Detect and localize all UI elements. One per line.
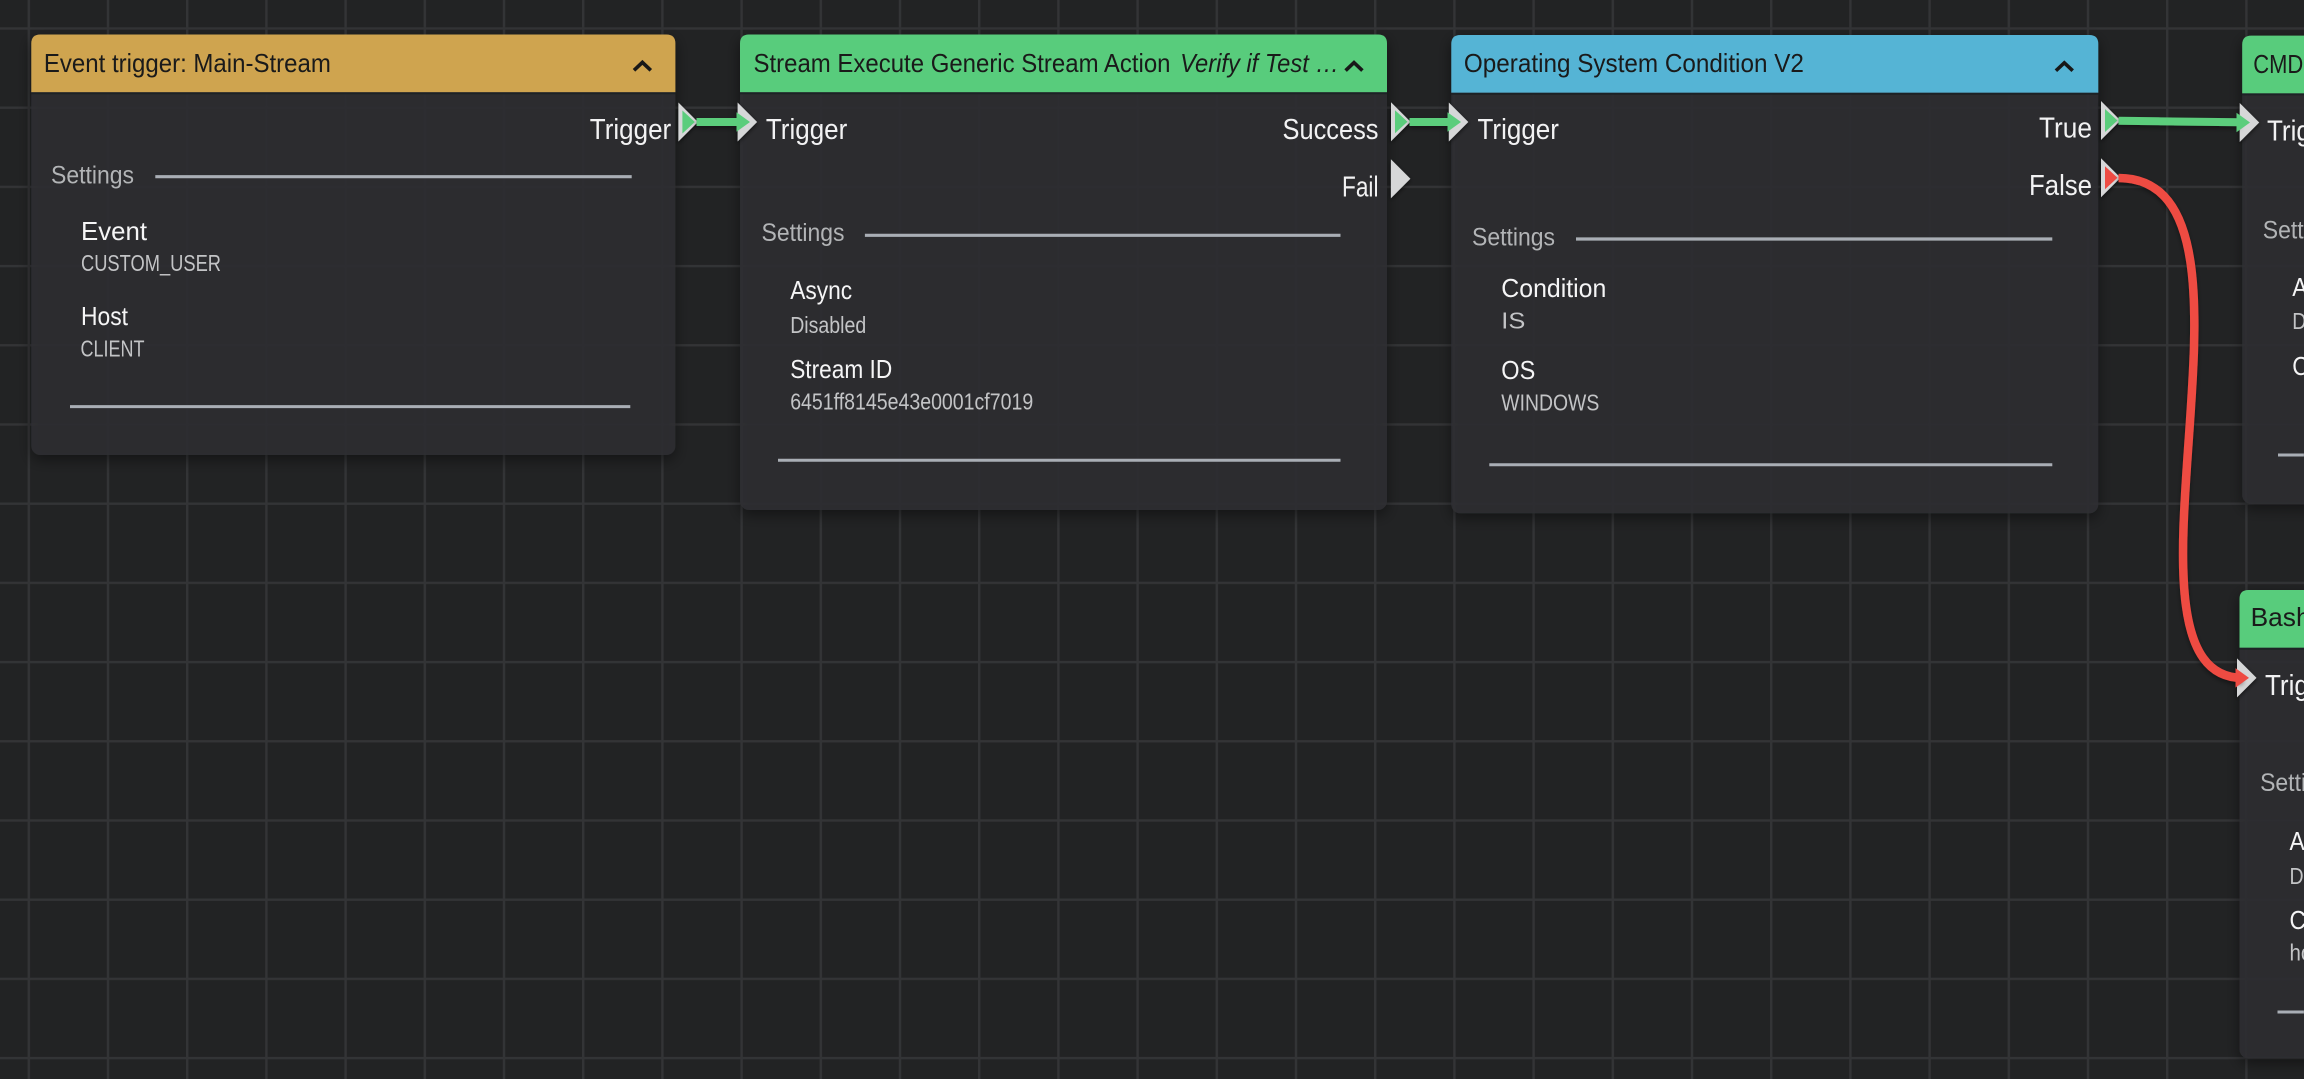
svg-text:Settings: Settings xyxy=(2260,769,2304,797)
svg-text:Event: Event xyxy=(81,216,148,246)
svg-text:Settings: Settings xyxy=(762,219,845,247)
svg-text:Trigger: Trigger xyxy=(1478,114,1560,146)
svg-text:Fail: Fail xyxy=(1342,172,1379,204)
svg-text:6451ff8145e43e0001cf7019: 6451ff8145e43e0001cf7019 xyxy=(790,388,1033,414)
svg-text:WINDOWS: WINDOWS xyxy=(1501,389,1599,415)
svg-text:Verify if Test …: Verify if Test … xyxy=(1180,48,1339,78)
svg-text:Disabled: Disabled xyxy=(790,312,866,338)
svg-text:Trigger: Trigger xyxy=(2265,670,2304,702)
svg-text:Event trigger: Main-Stream: Event trigger: Main-Stream xyxy=(44,48,331,78)
svg-text:Trigger: Trigger xyxy=(766,114,848,146)
svg-text:Command: Command xyxy=(2292,351,2304,381)
svg-text:False: False xyxy=(2029,170,2092,202)
svg-text:Async: Async xyxy=(790,275,852,305)
svg-text:Stream Execute Generic Stream: Stream Execute Generic Stream Action xyxy=(754,48,1171,78)
svg-text:Settings: Settings xyxy=(2263,217,2304,245)
svg-text:Async: Async xyxy=(2290,826,2304,856)
svg-text:Success: Success xyxy=(1283,114,1379,146)
svg-text:Trigger: Trigger xyxy=(590,114,672,146)
svg-text:Condition: Condition xyxy=(1501,273,1606,303)
svg-text:Host: Host xyxy=(81,301,129,331)
svg-text:Settings: Settings xyxy=(1472,224,1555,252)
svg-text:Disabled: Disabled xyxy=(2292,308,2304,334)
svg-text:CLIENT: CLIENT xyxy=(81,335,145,361)
svg-text:OS: OS xyxy=(1501,355,1535,385)
svg-text:Async: Async xyxy=(2292,272,2304,302)
svg-text:Command: Command xyxy=(2290,905,2304,935)
svg-text:Bash: Bash xyxy=(2251,602,2304,632)
svg-text:True: True xyxy=(2039,113,2092,145)
svg-text:Stream ID: Stream ID xyxy=(790,354,892,384)
svg-text:CUSTOM_USER: CUSTOM_USER xyxy=(81,250,221,276)
svg-text:hostname: hostname xyxy=(2290,939,2304,965)
svg-text:Operating System Condition V2: Operating System Condition V2 xyxy=(1464,48,1804,78)
svg-text:Settings: Settings xyxy=(51,161,134,189)
svg-text:IS: IS xyxy=(1501,307,1525,333)
svg-text:Disabled: Disabled xyxy=(2290,863,2304,889)
svg-text:Trigger: Trigger xyxy=(2267,115,2304,147)
svg-text:CMD: CMD xyxy=(2253,49,2303,79)
